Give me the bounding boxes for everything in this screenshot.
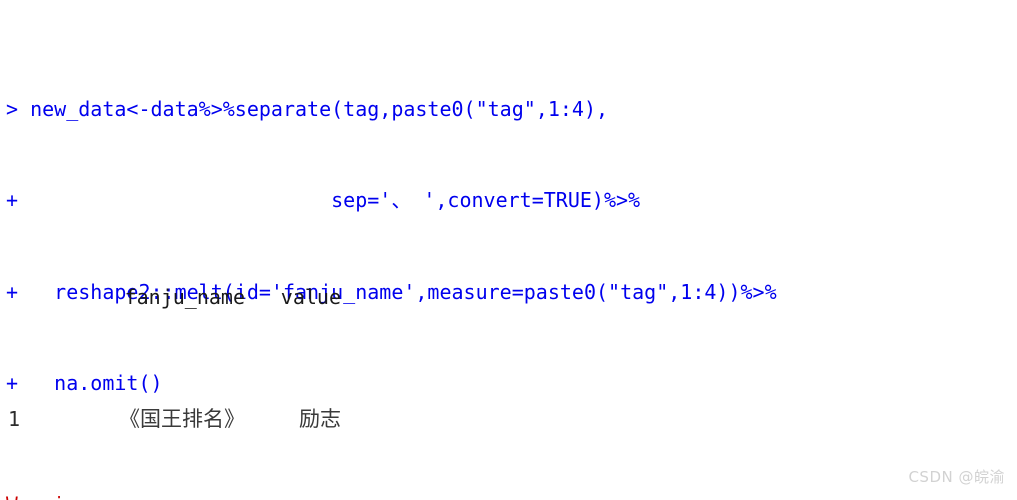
- row-fanju-name: 《国王排名》: [119, 406, 245, 431]
- row-index: 1: [8, 406, 21, 431]
- csdn-watermark: CSDN @皖渝: [908, 467, 1005, 486]
- data-frame-output: fanju_name value 1 《国王排名》 励志 2 《动物狂想曲》 奇…: [0, 190, 1017, 500]
- row-value: 励志: [299, 406, 341, 431]
- table-row: 1 《国王排名》 励志: [0, 404, 1017, 435]
- table-header-fanju-name: fanju_name: [124, 284, 245, 309]
- table-header-row: fanju_name value: [0, 282, 1017, 313]
- table-header-value: value: [280, 284, 341, 309]
- console-input-line-1: > new_data<-data%>%separate(tag,paste0("…: [6, 96, 609, 121]
- r-console[interactable]: > new_data<-data%>%separate(tag,paste0("…: [0, 0, 1017, 500]
